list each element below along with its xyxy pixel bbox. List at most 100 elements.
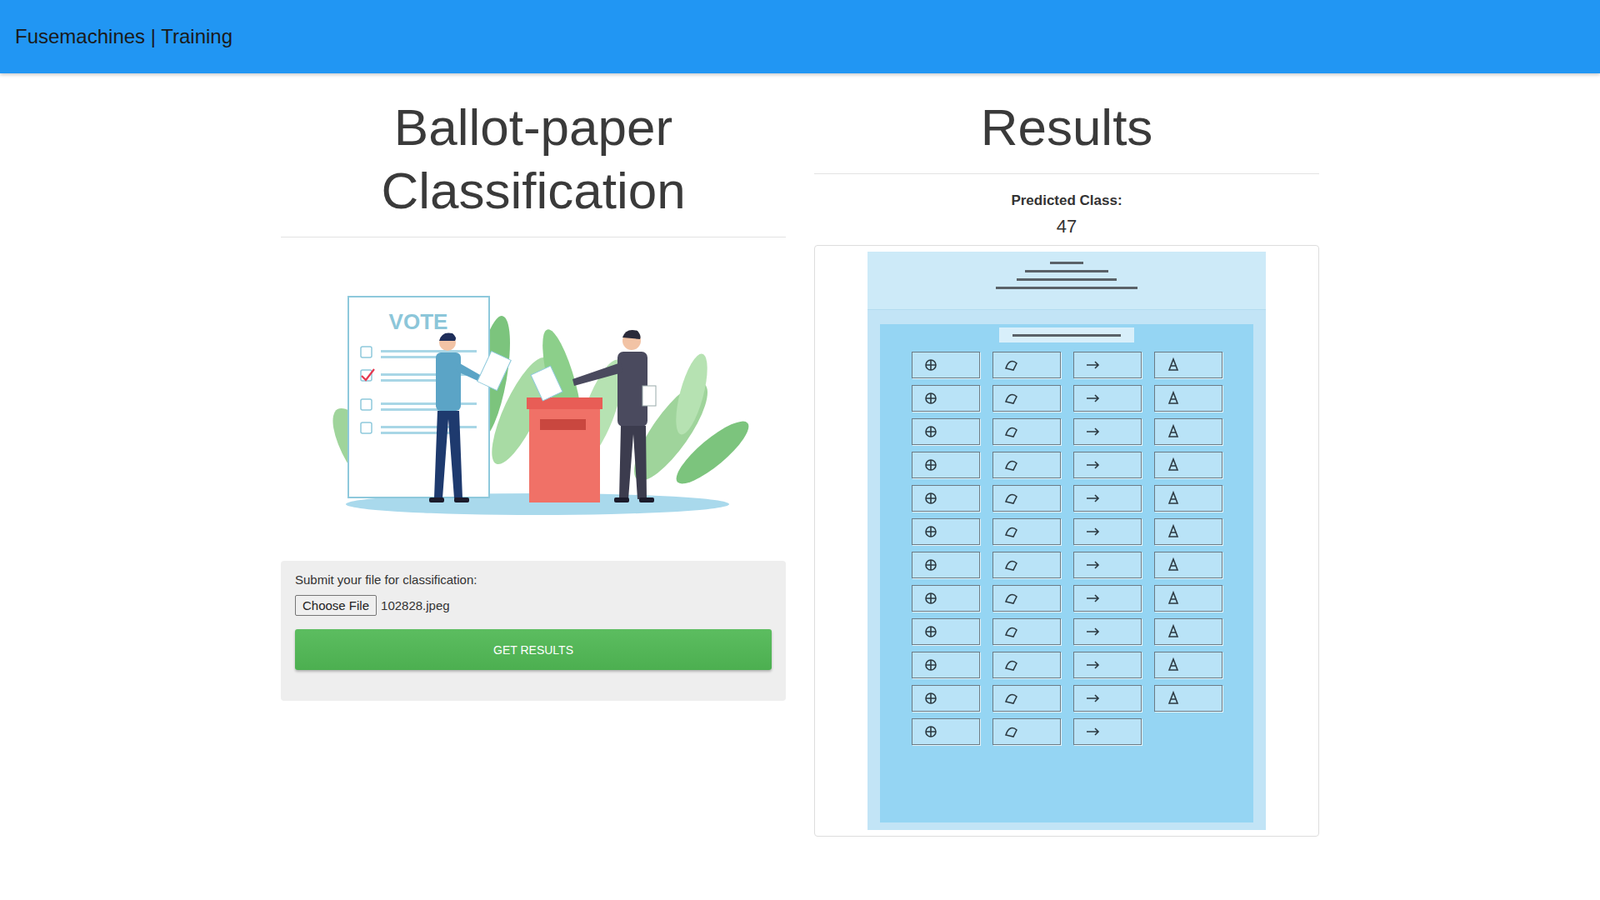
ballot-cell	[1073, 518, 1142, 545]
ballot-cell	[1154, 451, 1223, 479]
svg-text:VOTE: VOTE	[389, 309, 449, 335]
navbar: Fusemachines | Training	[0, 0, 1600, 74]
ballot-cell	[992, 351, 1061, 379]
get-results-button[interactable]: GET RESULTS	[295, 629, 772, 670]
party-symbol-icon	[1165, 456, 1182, 474]
divider	[280, 236, 786, 238]
ballot-cell	[911, 651, 980, 679]
party-symbol-icon	[1003, 490, 1020, 507]
party-symbol-icon	[1084, 490, 1101, 507]
party-symbol-icon	[922, 723, 940, 740]
ballot-cell	[911, 551, 980, 579]
upload-heading: Ballot-paper Classification	[280, 95, 786, 223]
ballot-cell	[911, 518, 980, 545]
party-symbol-icon	[1084, 590, 1101, 607]
ballot-cell	[1154, 351, 1223, 379]
party-symbol-icon	[1165, 623, 1182, 640]
party-symbol-icon	[1003, 390, 1020, 407]
ballot-cell	[1154, 418, 1223, 445]
ballot-cell	[1154, 485, 1223, 512]
party-symbol-icon	[922, 356, 940, 374]
party-symbol-icon	[1165, 590, 1182, 607]
party-symbol-icon	[1003, 723, 1020, 740]
ballot-cell	[1073, 418, 1142, 445]
file-input[interactable]: Choose File102828.jpeg	[295, 595, 772, 616]
page: Fusemachines | Training Ballot-paper Clas…	[0, 0, 1600, 900]
ballot-cell	[1154, 518, 1223, 545]
party-symbol-icon	[1003, 590, 1020, 607]
party-symbol-icon	[1165, 690, 1182, 707]
ballot-cell	[992, 551, 1061, 579]
ballot-image	[867, 251, 1266, 830]
ballot-grid	[880, 351, 1254, 745]
main-content: Ballot-paper Classification VOTE Submit yo…	[0, 73, 1600, 837]
ballot-cell	[1073, 551, 1142, 579]
ballot-cell	[911, 618, 980, 645]
party-symbol-icon	[1165, 356, 1182, 374]
party-symbol-icon	[1084, 556, 1101, 574]
ballot-cell	[992, 618, 1061, 645]
ballot-panel	[880, 324, 1254, 823]
party-symbol-icon	[1084, 456, 1101, 474]
illustration: VOTE	[280, 285, 786, 515]
ballot-cell	[911, 585, 980, 612]
file-label: Submit your file for classification:	[295, 572, 772, 587]
ballot-cell	[1073, 651, 1142, 679]
party-symbol-icon	[922, 590, 940, 607]
ballot-cell	[992, 518, 1061, 545]
ballot-cell	[992, 585, 1061, 612]
upload-form: Submit your file for classification: Choo…	[280, 560, 786, 701]
ballot-cell	[911, 685, 980, 712]
results-heading: Results	[814, 95, 1320, 160]
upload-column: Ballot-paper Classification VOTE Submit yo…	[280, 95, 786, 837]
party-symbol-icon	[1165, 390, 1182, 407]
ballot-cell	[1154, 618, 1223, 645]
ballot-cell	[911, 385, 980, 412]
party-symbol-icon	[1084, 656, 1101, 674]
ballot-cell	[1154, 651, 1223, 679]
party-symbol-icon	[1165, 490, 1182, 507]
ballot-cell	[1073, 351, 1142, 379]
party-symbol-icon	[1084, 423, 1101, 440]
party-symbol-icon	[1003, 456, 1020, 474]
ballot-cell	[1073, 385, 1142, 412]
party-symbol-icon	[922, 556, 940, 574]
ballot-cell	[992, 718, 1061, 745]
party-symbol-icon	[922, 390, 940, 407]
ballot-cell	[992, 685, 1061, 712]
ballot-cell	[992, 651, 1061, 679]
ballot-cell	[992, 418, 1061, 445]
party-symbol-icon	[1084, 523, 1101, 540]
party-symbol-icon	[1003, 523, 1020, 540]
prediction-value: 47	[814, 215, 1320, 238]
image-card	[814, 245, 1320, 837]
party-symbol-icon	[1165, 656, 1182, 674]
party-symbol-icon	[1003, 556, 1020, 574]
prediction: Predicted Class:47	[814, 192, 1320, 238]
party-symbol-icon	[1084, 356, 1101, 374]
choose-file-button[interactable]: Choose File	[295, 595, 377, 616]
divider	[814, 173, 1320, 175]
party-symbol-icon	[1003, 423, 1020, 440]
party-symbol-icon	[1165, 423, 1182, 440]
ballot-cell	[1073, 485, 1142, 512]
party-symbol-icon	[1084, 390, 1101, 407]
party-symbol-icon	[922, 423, 940, 440]
party-symbol-icon	[1003, 356, 1020, 374]
party-symbol-icon	[1003, 656, 1020, 674]
party-symbol-icon	[922, 456, 940, 474]
party-symbol-icon	[1165, 523, 1182, 540]
party-symbol-icon	[1003, 623, 1020, 640]
ballot-cell	[911, 351, 980, 379]
ballot-header	[867, 251, 1266, 310]
party-symbol-icon	[922, 690, 940, 707]
party-symbol-icon	[922, 490, 940, 507]
ballot-cell	[911, 485, 980, 512]
party-symbol-icon	[922, 523, 940, 540]
ballot-cell	[1154, 551, 1223, 579]
brand-title[interactable]: Fusemachines | Training	[15, 25, 233, 49]
ballot-cell	[1154, 685, 1223, 712]
party-symbol-icon	[1084, 723, 1101, 740]
ballot-cell	[1154, 585, 1223, 612]
party-symbol-icon	[922, 656, 940, 674]
